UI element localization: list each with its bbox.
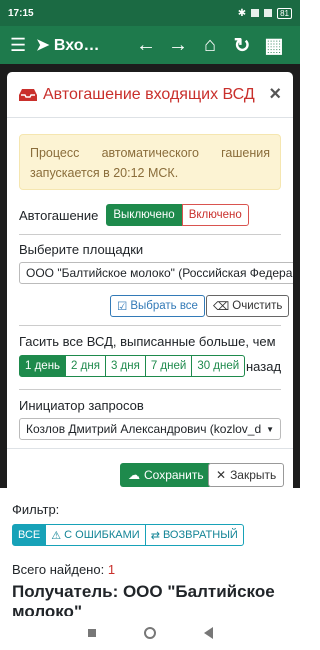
initiator-select[interactable]: Козлов Дмитрий Александрович (kozlov_d ▼ xyxy=(19,418,281,440)
close-icon: ✕ xyxy=(216,468,227,482)
chevron-down-icon: ▼ xyxy=(266,424,274,434)
filter-label: Фильтр: xyxy=(12,502,60,517)
inbox-icon xyxy=(19,88,37,101)
days-group: 1 день 2 дня 3 дня 7 дней 30 дней xyxy=(19,355,246,377)
days-option[interactable]: 30 дней xyxy=(191,355,246,377)
modal-footer-divider xyxy=(7,448,293,449)
clear-label: Очистить xyxy=(232,300,283,312)
filter-returns[interactable]: ⇄ ВОЗВРАТНЫЙ xyxy=(144,524,244,546)
days-option[interactable]: 3 дня xyxy=(104,355,146,377)
filter-errors-label: С ОШИБКАМИ xyxy=(64,529,140,541)
signal-icon xyxy=(251,9,260,17)
total-found: Всего найдено: 1 xyxy=(12,562,115,577)
recents-icon[interactable] xyxy=(87,629,96,637)
back-nav-icon[interactable] xyxy=(203,627,213,639)
status-bar: 17:15 ✱ 81 xyxy=(0,0,300,26)
days-label: Гасить все ВСД, выписанные больше, чем xyxy=(19,334,276,349)
exchange-icon: ⇄ xyxy=(150,529,160,542)
cloud-upload-icon: ☁ xyxy=(128,468,140,482)
filter-group: ВСЕ ⚠ С ОШИБКАМИ ⇄ ВОЗВРАТНЫЙ xyxy=(12,524,244,546)
recipient-heading: Получатель: ООО "Балтийское молоко" xyxy=(12,582,275,618)
total-label: Всего найдено: xyxy=(12,562,105,577)
days-option[interactable]: 1 день xyxy=(19,355,67,377)
initiator-value: Козлов Дмитрий Александрович (kozlov_d xyxy=(26,422,262,436)
sites-label: Выберите площадки xyxy=(19,242,144,257)
battery-icon: 81 xyxy=(277,7,292,19)
bluetooth-icon: ✱ xyxy=(237,7,247,19)
days-option[interactable]: 2 дня xyxy=(65,355,106,377)
close-icon[interactable]: × xyxy=(269,83,281,106)
app-title: ➤ Вхо… xyxy=(36,37,100,54)
autoclose-row: Автогашение Выключено Включено xyxy=(19,202,281,228)
clear-button[interactable]: ⌫ Очистить xyxy=(206,295,290,317)
site-select[interactable]: ООО "Балтийское молоко" (Российская Феде… xyxy=(19,262,293,284)
warning-icon: ⚠ xyxy=(51,529,62,542)
menu-icon[interactable]: ☰ xyxy=(10,35,36,56)
save-button[interactable]: ☁ Сохранить xyxy=(120,463,212,487)
toggle-on-button[interactable]: Включено xyxy=(181,204,249,226)
checkbox-icon: ☑ xyxy=(117,301,128,313)
qr-code-icon[interactable]: ▦ xyxy=(258,33,290,58)
select-all-button[interactable]: ☑ Выбрать все xyxy=(110,295,205,317)
back-icon[interactable]: ← xyxy=(130,34,162,57)
days-suffix: назад xyxy=(246,359,282,374)
eraser-icon: ⌫ xyxy=(213,301,230,313)
toggle-off-button[interactable]: Выключено xyxy=(106,204,182,226)
filter-errors[interactable]: ⚠ С ОШИБКАМИ xyxy=(45,524,146,546)
app-bar: ☰ ➤ Вхо… ← → ⌂ ↻ ▦ xyxy=(0,26,300,64)
autoclose-modal: Автогашение входящих ВСД × Процесс автом… xyxy=(7,72,293,498)
status-time: 17:15 xyxy=(8,7,34,19)
days-option[interactable]: 7 дней xyxy=(144,355,193,377)
home-nav-icon[interactable] xyxy=(143,627,156,639)
filter-returns-label: ВОЗВРАТНЫЙ xyxy=(162,529,238,541)
wifi-icon xyxy=(264,9,273,17)
home-icon[interactable]: ⌂ xyxy=(194,34,226,57)
divider xyxy=(19,325,281,326)
refresh-icon[interactable]: ↻ xyxy=(226,33,258,58)
filter-all-label: ВСЕ xyxy=(18,529,41,541)
total-count: 1 xyxy=(107,562,116,577)
schedule-alert: Процесс автоматического гашения запускае… xyxy=(19,134,281,190)
initiator-label: Инициатор запросов xyxy=(19,398,144,413)
autoclose-label: Автогашение xyxy=(19,207,99,223)
divider xyxy=(19,389,281,390)
system-nav-bar xyxy=(0,616,300,650)
select-all-label: Выбрать все xyxy=(130,300,198,312)
site-select-value: ООО "Балтийское молоко" (Российская Феде… xyxy=(26,266,293,280)
close-button[interactable]: ✕ Закрыть xyxy=(208,463,285,487)
save-label: Сохранить xyxy=(144,468,204,482)
autoclose-toggle: Выключено Включено xyxy=(106,204,249,226)
close-label: Закрыть xyxy=(230,468,277,482)
filter-all[interactable]: ВСЕ xyxy=(12,524,47,546)
modal-header: Автогашение входящих ВСД × xyxy=(7,72,293,118)
forward-icon[interactable]: → xyxy=(162,34,194,57)
modal-title: Автогашение входящих ВСД xyxy=(43,85,255,103)
divider xyxy=(19,234,281,235)
